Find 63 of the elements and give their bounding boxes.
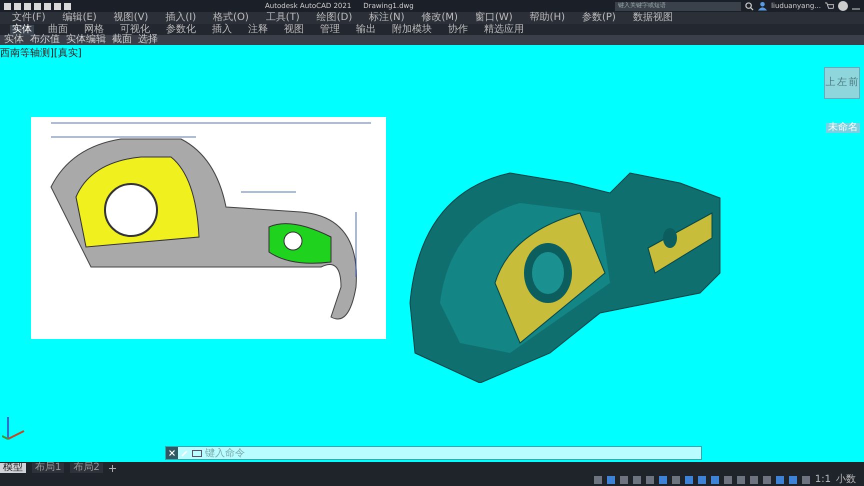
user-icon (758, 1, 768, 11)
menu-item[interactable]: 帮助(H) (530, 13, 565, 23)
ribbon-tab[interactable]: 协作 (446, 24, 470, 34)
status-toggle-icon[interactable] (750, 476, 758, 484)
ribbon-tab[interactable]: 实体 (10, 24, 34, 34)
menu-item[interactable]: 修改(M) (422, 13, 458, 23)
status-toggle-icon[interactable] (762, 476, 771, 484)
drawing-viewport[interactable]: 西南等轴测][真实] 上左前 未命名 键入命令 (0, 45, 864, 462)
ribbon-tab[interactable]: 参数化 (164, 24, 198, 34)
panel-title[interactable]: 实体编辑 (66, 35, 106, 45)
menu-item[interactable]: 绘图(D) (316, 13, 352, 23)
menu-item[interactable]: 视图(V) (114, 13, 148, 23)
status-toggle-icon[interactable] (672, 476, 680, 484)
menu-item[interactable]: 数据视图 (632, 13, 673, 23)
status-toggle-icon[interactable] (684, 476, 693, 484)
command-icon[interactable] (192, 450, 202, 456)
ribbon-tab[interactable]: 视图 (282, 24, 306, 34)
menu-item[interactable]: 标注(N) (369, 13, 405, 23)
status-toggle-icon[interactable] (620, 476, 628, 484)
status-toggle-icon[interactable] (802, 476, 810, 484)
ucs-axes-icon (2, 417, 24, 440)
ribbon-tab[interactable]: 注释 (246, 24, 270, 34)
layout-tab[interactable]: 模型 (0, 463, 26, 473)
add-icon[interactable] (108, 464, 116, 472)
viewport-label[interactable]: 西南等轴测][真实] (0, 46, 82, 60)
ribbon-tab[interactable]: 输出 (354, 24, 378, 34)
panel-title[interactable]: 截面 (112, 35, 132, 45)
status-toggle-icon[interactable] (646, 476, 654, 484)
status-toggle-icon[interactable] (736, 476, 745, 484)
ribbon-tab[interactable]: 曲面 (46, 24, 70, 34)
annotation-scale[interactable]: 1:1 (814, 475, 831, 485)
menu-item[interactable]: 插入(I) (165, 13, 196, 23)
menu-item[interactable]: 工具(T) (266, 13, 300, 23)
menu-item[interactable]: 参数(P) (582, 13, 616, 23)
status-toggle-icon[interactable] (632, 476, 641, 484)
menu-item[interactable]: 窗口(W) (474, 13, 513, 23)
status-toggle-icon[interactable] (788, 476, 797, 484)
ribbon-tab[interactable]: 可视化 (118, 24, 152, 34)
panel-title[interactable]: 实体 (4, 35, 24, 45)
units-dropdown[interactable]: 小数 (836, 475, 856, 485)
ribbon-tab[interactable]: 插入 (210, 24, 234, 34)
menu-item[interactable]: 文件(F) (12, 13, 46, 23)
menu-item[interactable]: 格式(O) (213, 13, 249, 23)
status-toggle-icon[interactable] (606, 476, 615, 484)
menu-item[interactable]: 编辑(E) (62, 13, 97, 23)
ribbon-tab[interactable]: 精选应用 (482, 24, 526, 34)
status-toggle-icon[interactable] (658, 476, 667, 484)
search-icon[interactable] (745, 2, 754, 10)
status-toggle-icon[interactable] (710, 476, 719, 484)
status-toggle-icon[interactable] (698, 476, 706, 484)
status-toggle-icon[interactable] (724, 476, 732, 484)
ribbon-tab[interactable]: 网格 (82, 24, 106, 34)
close-icon[interactable] (166, 447, 178, 459)
status-toggle-icon[interactable] (776, 476, 784, 484)
layout-tab[interactable]: 布局1 (32, 463, 64, 473)
status-toggle-icon[interactable] (594, 476, 602, 484)
layout-tab[interactable]: 布局2 (70, 463, 103, 473)
panel-title[interactable]: 布尔值 (30, 35, 60, 45)
ribbon-tab[interactable]: 附加模块 (390, 24, 434, 34)
command-input[interactable]: 键入命令 (205, 448, 701, 458)
cart-icon[interactable] (825, 2, 834, 10)
panel-title[interactable]: 选择 (138, 35, 158, 45)
ribbon-tab[interactable]: 管理 (318, 24, 342, 34)
